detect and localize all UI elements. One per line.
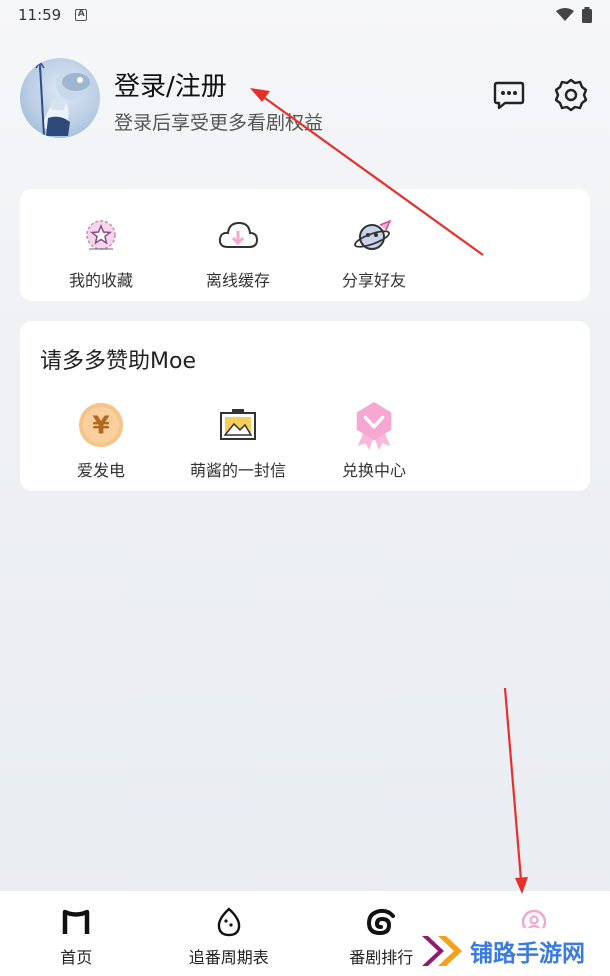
notification-a-icon: A bbox=[75, 9, 88, 21]
profile-header: 登录/注册 登录后享受更多看剧权益 bbox=[20, 58, 590, 140]
status-time: 11:59 bbox=[18, 6, 62, 24]
aifadian-tile[interactable]: ¥ 爱发电 bbox=[41, 401, 161, 481]
sponsor-title: 请多多赞助Moe bbox=[40, 349, 196, 374]
letter-label: 萌酱的一封信 bbox=[189, 461, 286, 480]
share-planet-icon bbox=[354, 219, 392, 250]
picture-frame-icon bbox=[220, 409, 256, 440]
login-register-link[interactable]: 登录/注册 bbox=[114, 66, 227, 103]
wifi-icon bbox=[556, 8, 574, 21]
settings-gear-icon[interactable] bbox=[554, 78, 588, 112]
login-subtitle: 登录后享受更多看剧权益 bbox=[114, 112, 324, 134]
watermark-logo-icon bbox=[422, 936, 462, 966]
message-icon[interactable] bbox=[492, 78, 526, 112]
cloud-download-icon bbox=[218, 221, 259, 248]
sponsor-card: 请多多赞助Moe ¥ 爱发电 萌酱的一封信 兑换中心 bbox=[20, 321, 590, 491]
aifadian-label: 爱发电 bbox=[76, 461, 125, 480]
letter-tile[interactable]: 萌酱的一封信 bbox=[178, 401, 298, 481]
avatar[interactable] bbox=[20, 58, 100, 138]
nav-home[interactable]: 首页 bbox=[0, 891, 153, 976]
arrow-to-profile-tab bbox=[503, 687, 528, 894]
nav-schedule[interactable]: 追番周期表 bbox=[153, 891, 306, 976]
badge-ribbon-icon bbox=[356, 401, 392, 450]
status-right bbox=[556, 7, 592, 23]
egg-icon bbox=[217, 907, 241, 937]
svg-text:¥: ¥ bbox=[92, 411, 110, 440]
watermark: 铺路手游网 bbox=[420, 928, 610, 974]
favorites-label: 我的收藏 bbox=[68, 271, 133, 290]
swirl-icon bbox=[367, 908, 396, 936]
share-friends-tile[interactable]: 分享好友 bbox=[314, 211, 434, 291]
battery-icon bbox=[582, 7, 592, 23]
status-bar: 11:59 A bbox=[0, 0, 610, 30]
yen-coin-icon: ¥ bbox=[78, 402, 124, 448]
watermark-text: 铺路手游网 bbox=[470, 941, 585, 967]
home-m-icon bbox=[63, 909, 90, 934]
nav-home-label: 首页 bbox=[60, 948, 93, 967]
favorite-star-icon bbox=[86, 220, 116, 250]
avatar-illustration-icon bbox=[35, 60, 90, 137]
nav-schedule-label: 追番周期表 bbox=[188, 948, 269, 967]
offline-cache-tile[interactable]: 离线缓存 bbox=[178, 211, 298, 291]
favorites-tile[interactable]: 我的收藏 bbox=[41, 211, 161, 291]
redeem-center-tile[interactable]: 兑换中心 bbox=[314, 401, 434, 481]
offline-cache-label: 离线缓存 bbox=[205, 271, 270, 290]
redeem-center-label: 兑换中心 bbox=[341, 461, 406, 480]
share-friends-label: 分享好友 bbox=[341, 271, 406, 290]
quick-actions-card: 我的收藏 离线缓存 分享好友 bbox=[20, 189, 590, 301]
